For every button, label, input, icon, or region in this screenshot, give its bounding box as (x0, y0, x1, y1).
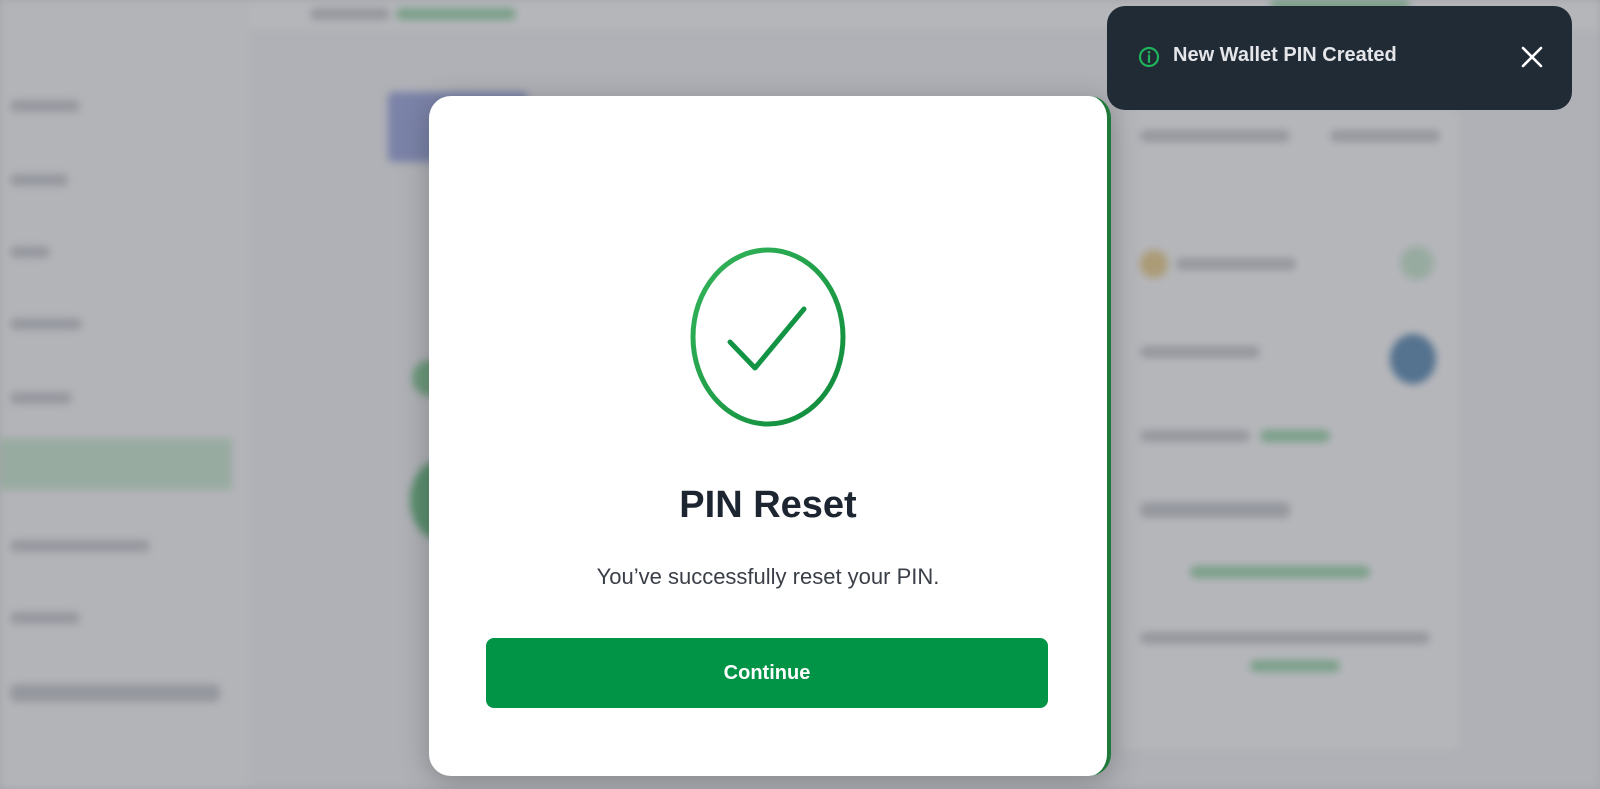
modal-title: PIN Reset (679, 484, 857, 526)
toast-notification: New Wallet PIN Created (1107, 6, 1572, 110)
check-circle-icon (688, 246, 848, 428)
toast-message: New Wallet PIN Created (1173, 44, 1397, 66)
info-icon (1137, 45, 1161, 69)
continue-button[interactable]: Continue (486, 638, 1048, 708)
close-icon[interactable] (1517, 42, 1547, 72)
modal-message: You’ve successfully reset your PIN. (596, 564, 940, 589)
pin-reset-modal: PIN Reset You’ve successfully reset your… (429, 96, 1111, 776)
